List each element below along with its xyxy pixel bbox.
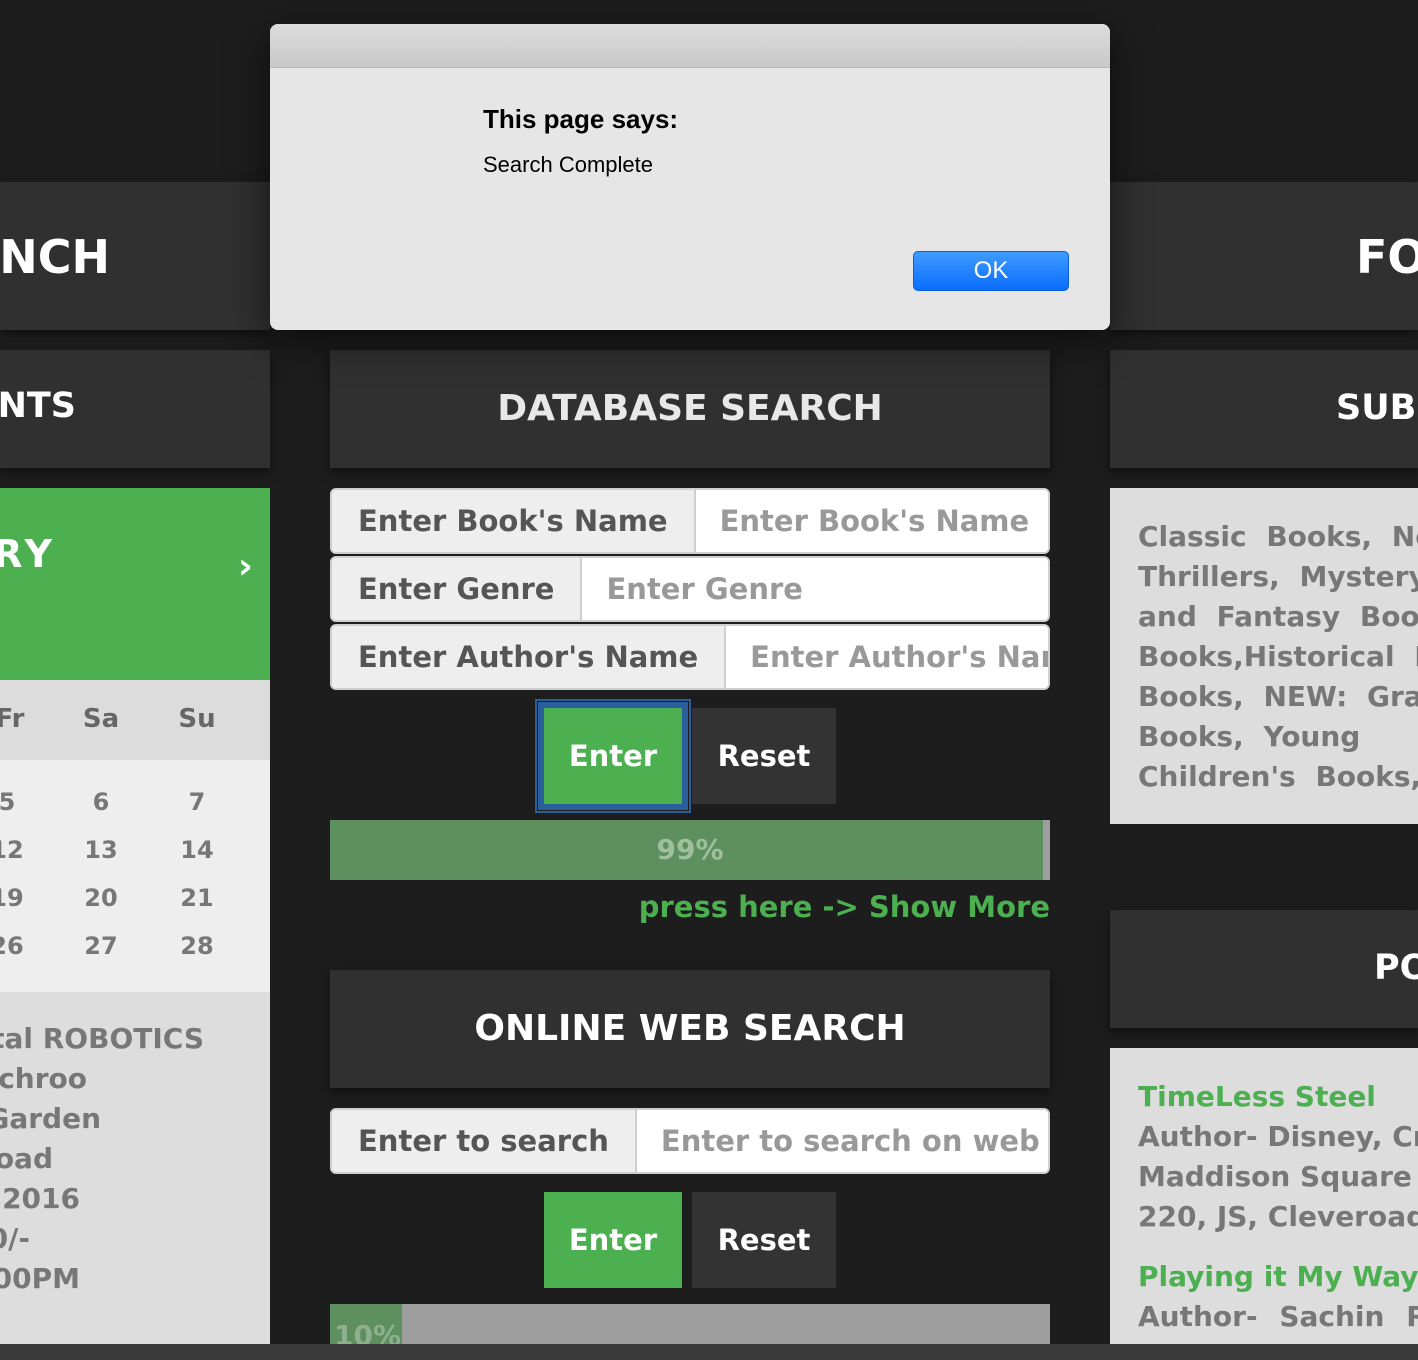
- ok-button[interactable]: OK: [913, 251, 1069, 291]
- database-progress-bar: 99%: [330, 820, 1050, 880]
- subjects-heading: SUB: [1110, 350, 1418, 468]
- dialog-heading: This page says:: [483, 104, 679, 134]
- calendar-day[interactable]: 27: [66, 932, 136, 960]
- web-progress-label: 10%: [334, 1319, 402, 1344]
- calendar-day[interactable]: 7: [162, 788, 232, 816]
- calendar-day[interactable]: 21: [162, 884, 232, 912]
- database-enter-button[interactable]: Enter: [538, 702, 688, 810]
- alert-dialog: This page says: Search Complete OK: [270, 24, 1110, 330]
- web-enter-button[interactable]: Enter: [544, 1192, 682, 1288]
- popular-books-list: TimeLess Steel Author- Disney, Cri Maddi…: [1110, 1048, 1418, 1344]
- event-line: oad: [0, 1142, 53, 1175]
- weekday-sa: Sa: [82, 704, 120, 734]
- database-progress-label: 99%: [656, 833, 724, 866]
- genres-line: Books, Young: [1138, 720, 1361, 753]
- web-search-input[interactable]: [636, 1110, 1048, 1172]
- book-name-row: Enter Book's Name: [330, 488, 1050, 554]
- genres-list: Classic Books, No Thrillers, Mystery and…: [1110, 488, 1418, 824]
- genres-line: Books,Historical F: [1138, 640, 1418, 673]
- web-search-heading: ONLINE WEB SEARCH: [330, 970, 1050, 1088]
- genres-line: Classic Books, No: [1138, 520, 1418, 553]
- calendar-grid: 5 6 7 12 13 14 19 20 21 26 27 28: [0, 760, 270, 992]
- web-search-row: Enter to search: [330, 1108, 1050, 1174]
- database-search-title: DATABASE SEARCH: [497, 388, 883, 429]
- genres-line: Books, NEW: Gra: [1138, 680, 1418, 713]
- genres-line: Thrillers, Mystery: [1138, 560, 1418, 593]
- book-detail: Author- Disney, Cri: [1138, 1120, 1418, 1153]
- book-detail: 220, JS, Cleveroad: [1138, 1200, 1418, 1233]
- event-line: Garden: [0, 1102, 101, 1135]
- weekday-fr: Fr: [0, 704, 25, 734]
- web-search-title: ONLINE WEB SEARCH: [474, 1008, 906, 1049]
- genre-label: Enter Genre: [332, 558, 583, 620]
- author-name-input[interactable]: [726, 626, 1048, 688]
- event-details: tal ROBOTICS chroo Garden oad 2016 0/- 0…: [0, 992, 270, 1344]
- dialog-message: Search Complete: [483, 152, 653, 177]
- left-heading-text: NCH: [0, 230, 110, 284]
- web-reset-button[interactable]: Reset: [692, 1192, 836, 1288]
- calendar-day[interactable]: 19: [0, 884, 42, 912]
- calendar-day[interactable]: 28: [162, 932, 232, 960]
- event-line: 2016: [2, 1182, 80, 1215]
- subjects-heading-text: SUB: [1336, 388, 1417, 428]
- event-line: chroo: [0, 1062, 87, 1095]
- genre-row: Enter Genre: [330, 556, 1050, 622]
- database-reset-button[interactable]: Reset: [692, 708, 836, 804]
- calendar-day[interactable]: 14: [162, 836, 232, 864]
- book-detail: Author- Sachin Ra: [1138, 1300, 1418, 1333]
- book-name-label: Enter Book's Name: [332, 490, 696, 552]
- show-more-link[interactable]: press here -> Show More: [330, 890, 1050, 924]
- calendar-day[interactable]: 6: [66, 788, 136, 816]
- book-name-input[interactable]: [695, 490, 1048, 552]
- book-title-link[interactable]: TimeLess Steel: [1138, 1080, 1376, 1113]
- event-line: tal ROBOTICS: [0, 1022, 204, 1055]
- web-search-label: Enter to search: [332, 1110, 637, 1172]
- chevron-right-icon[interactable]: ›: [238, 546, 253, 587]
- genres-line: Children's Books, C: [1138, 760, 1418, 793]
- weekday-su: Su: [178, 704, 216, 734]
- database-search-heading: DATABASE SEARCH: [330, 350, 1050, 468]
- author-name-row: Enter Author's Name: [330, 624, 1050, 690]
- os-dock: [0, 1344, 1418, 1360]
- calendar-day[interactable]: 26: [0, 932, 42, 960]
- popular-heading-text: PO: [1374, 948, 1418, 988]
- dialog-titlebar: [270, 24, 1110, 68]
- calendar-day[interactable]: 5: [0, 788, 42, 816]
- calendar-weekday-row: Fr Sa Su: [0, 680, 270, 760]
- genres-line: and Fantasy Book: [1138, 600, 1418, 633]
- calendar-day[interactable]: 13: [66, 836, 136, 864]
- calendar-day[interactable]: 12: [0, 836, 42, 864]
- events-heading-text: NTS: [0, 386, 76, 426]
- event-line: 00PM: [0, 1262, 80, 1295]
- web-progress-bar: 10%: [330, 1304, 1050, 1344]
- author-name-label: Enter Author's Name: [332, 626, 727, 688]
- calendar-day[interactable]: 20: [66, 884, 136, 912]
- genre-input[interactable]: [582, 558, 1048, 620]
- right-panel-heading: FO: [1110, 182, 1418, 330]
- event-line: 0/-: [0, 1222, 30, 1255]
- book-detail: Maddison Square G: [1138, 1160, 1418, 1193]
- calendar-header: RY ›: [0, 488, 270, 680]
- right-heading-text: FO: [1356, 230, 1418, 284]
- book-title-link[interactable]: Playing it My Way: [1138, 1260, 1418, 1293]
- calendar-month: RY: [0, 532, 56, 576]
- events-heading: NTS: [0, 350, 270, 468]
- left-panel-heading: NCH: [0, 182, 270, 330]
- popular-heading: PO: [1110, 910, 1418, 1028]
